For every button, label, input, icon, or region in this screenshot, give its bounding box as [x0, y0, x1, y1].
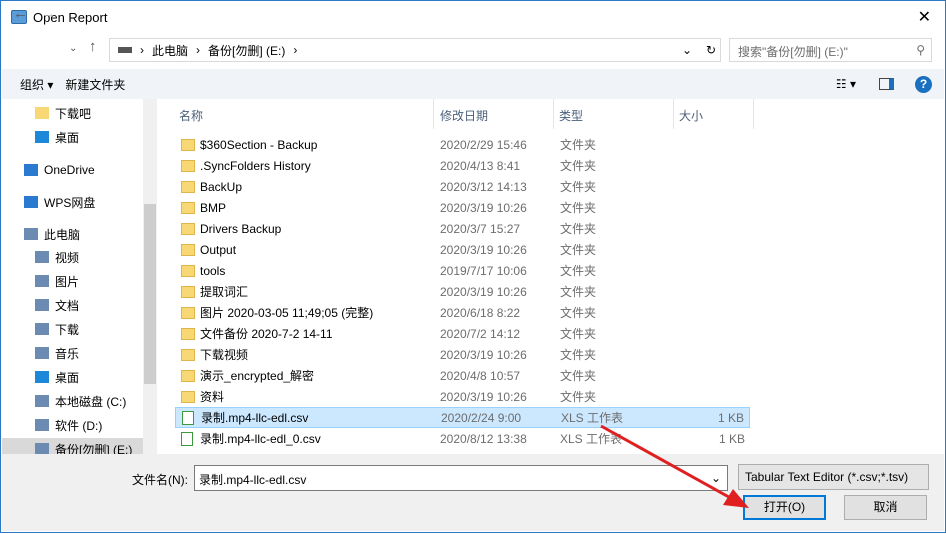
open-report-dialog: Open Report ✕ ← → ⌄ ↑ › 此电脑 › 备份[勿删] (E:…: [0, 0, 946, 533]
red-annotation-arrow: [600, 424, 749, 508]
